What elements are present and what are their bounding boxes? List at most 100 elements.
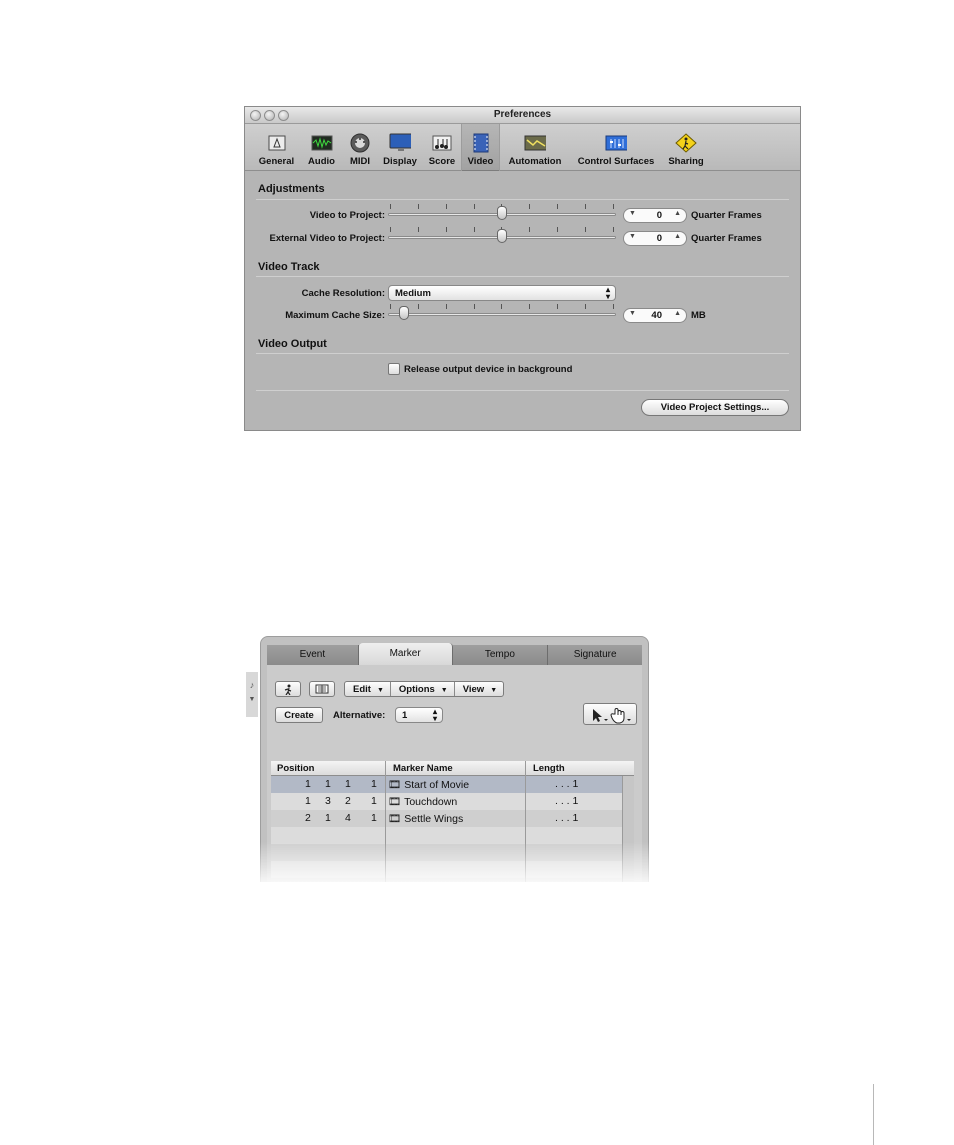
page-margin-rule	[873, 1084, 874, 1145]
external-video-to-project-label: External Video to Project:	[269, 233, 385, 244]
divider	[256, 353, 789, 354]
film-strip-icon: 🎞︎	[388, 779, 402, 791]
position-bar: 1	[305, 778, 311, 790]
max-cache-size-stepper[interactable]: ▼ 40 ▲	[623, 308, 687, 323]
window-title: Preferences	[493, 109, 552, 120]
table-row[interactable]: 1 1 1 1 🎞︎ Start of Movie . . . 1	[271, 776, 622, 793]
position-beat: 1	[325, 812, 331, 824]
increment-arrow-icon[interactable]: ▲	[674, 210, 681, 217]
alternative-label: Alternative:	[333, 710, 386, 721]
mb-unit: MB	[691, 310, 706, 321]
position-beat: 1	[325, 778, 331, 790]
slider-thumb[interactable]	[497, 229, 507, 243]
title-bar: Preferences	[245, 107, 800, 124]
up-down-arrows-icon: ▴ ▾	[432, 707, 437, 723]
chevron-down-icon[interactable]: ▼	[246, 696, 258, 703]
toolbar-label: Control Surfaces	[577, 156, 655, 167]
general-icon	[266, 133, 288, 152]
list-view-icon	[315, 684, 329, 694]
table-header: Position Marker Name Length	[271, 761, 634, 776]
toolbar-sharing[interactable]: Sharing	[664, 124, 708, 171]
preferences-toolbar: General Audio MIDI Display Score Video A…	[245, 124, 800, 171]
length-cell: . . . 1	[555, 812, 579, 824]
tab-signature[interactable]: Signature	[548, 645, 642, 665]
left-strip: ♪ ▼	[246, 672, 258, 717]
marker-name-text: Settle Wings	[404, 813, 464, 825]
edit-menu[interactable]: Edit ▼	[345, 682, 391, 696]
column-header-position[interactable]: Position	[277, 763, 314, 774]
cache-resolution-popup[interactable]: Medium ▴ ▾	[388, 285, 616, 301]
toolbar-label: Display	[383, 156, 417, 167]
tab-tempo[interactable]: Tempo	[452, 645, 549, 665]
dropdown-triangle-icon: ▼	[376, 687, 384, 694]
video-track-title: Video Track	[258, 261, 320, 273]
length-cell: . . . 1	[555, 795, 579, 807]
position-bar: 1	[305, 795, 311, 807]
tool-menus[interactable]	[583, 703, 637, 725]
local-menu-bar: Edit ▼ Options ▼ View ▼	[344, 681, 505, 697]
alternative-popup[interactable]: 1 ▴ ▾	[395, 707, 443, 723]
toolbar-midi[interactable]: MIDI	[344, 124, 376, 171]
decrement-arrow-icon[interactable]: ▼	[629, 210, 636, 217]
external-video-to-project-stepper[interactable]: ▼ 0 ▲	[623, 231, 687, 246]
video-to-project-stepper[interactable]: ▼ 0 ▲	[623, 208, 687, 223]
video-output-title: Video Output	[258, 338, 327, 350]
toolbar-general[interactable]: General	[254, 124, 299, 171]
toolbar-label: Audio	[308, 156, 335, 167]
quarter-frames-unit: Quarter Frames	[691, 210, 762, 221]
marker-name-cell: 🎞︎ Touchdown	[388, 795, 457, 808]
divider	[256, 199, 789, 200]
position-tick: 1	[371, 795, 377, 807]
tab-marker[interactable]: Marker	[358, 643, 453, 665]
position-tick: 1	[371, 812, 377, 824]
tab-event[interactable]: Event	[267, 645, 359, 665]
audio-icon	[311, 133, 333, 152]
increment-arrow-icon[interactable]: ▲	[674, 310, 681, 317]
decrement-arrow-icon[interactable]: ▼	[629, 233, 636, 240]
position-division: 4	[345, 812, 351, 824]
table-row[interactable]: 2 1 4 1 🎞︎ Settle Wings . . . 1	[271, 810, 622, 827]
marker-name-text: Touchdown	[404, 796, 458, 808]
slider-thumb[interactable]	[497, 206, 507, 220]
stepper-value: 0	[656, 210, 662, 221]
toolbar-video[interactable]: Video	[461, 124, 500, 171]
toolbar-label: MIDI	[349, 156, 371, 167]
link-view-button[interactable]	[309, 681, 335, 697]
release-output-checkbox[interactable]	[388, 363, 400, 375]
release-output-label: Release output device in background	[404, 364, 573, 375]
toolbar-audio[interactable]: Audio	[301, 124, 342, 171]
video-to-project-slider[interactable]	[388, 204, 616, 222]
display-icon	[389, 133, 411, 152]
toolbar-score[interactable]: Score	[426, 124, 458, 171]
position-beat: 3	[325, 795, 331, 807]
toolbar-display[interactable]: Display	[379, 124, 421, 171]
marker-name-text: Start of Movie	[404, 779, 470, 791]
automation-icon	[524, 133, 546, 152]
options-menu-label: Options	[398, 684, 435, 695]
external-video-to-project-slider[interactable]	[388, 227, 616, 245]
divider	[256, 390, 789, 391]
toolbar-label: Video	[467, 156, 494, 167]
score-icon	[431, 133, 453, 152]
view-menu[interactable]: View ▼	[455, 682, 503, 696]
max-cache-size-slider[interactable]	[388, 304, 616, 322]
toolbar-control-surfaces[interactable]: Control Surfaces	[573, 124, 659, 171]
video-project-settings-button[interactable]: Video Project Settings...	[641, 399, 789, 416]
catch-button[interactable]	[275, 681, 301, 697]
film-strip-icon: 🎞︎	[388, 796, 402, 808]
up-down-arrows-icon: ▴ ▾	[605, 285, 610, 301]
options-menu[interactable]: Options ▼	[391, 682, 455, 696]
column-header-marker-name[interactable]: Marker Name	[393, 763, 453, 774]
create-button[interactable]: Create	[275, 707, 323, 723]
popup-value: Medium	[395, 288, 431, 299]
max-cache-size-label: Maximum Cache Size:	[285, 310, 385, 321]
increment-arrow-icon[interactable]: ▲	[674, 233, 681, 240]
decrement-arrow-icon[interactable]: ▼	[629, 310, 636, 317]
popup-value: 1	[402, 710, 408, 721]
column-header-length[interactable]: Length	[533, 763, 565, 774]
fade-overlay	[246, 842, 652, 882]
table-row[interactable]: 1 3 2 1 🎞︎ Touchdown . . . 1	[271, 793, 622, 810]
dropdown-triangle-icon: ▼	[440, 687, 448, 694]
toolbar-automation[interactable]: Automation	[503, 124, 567, 171]
slider-thumb[interactable]	[399, 306, 409, 320]
